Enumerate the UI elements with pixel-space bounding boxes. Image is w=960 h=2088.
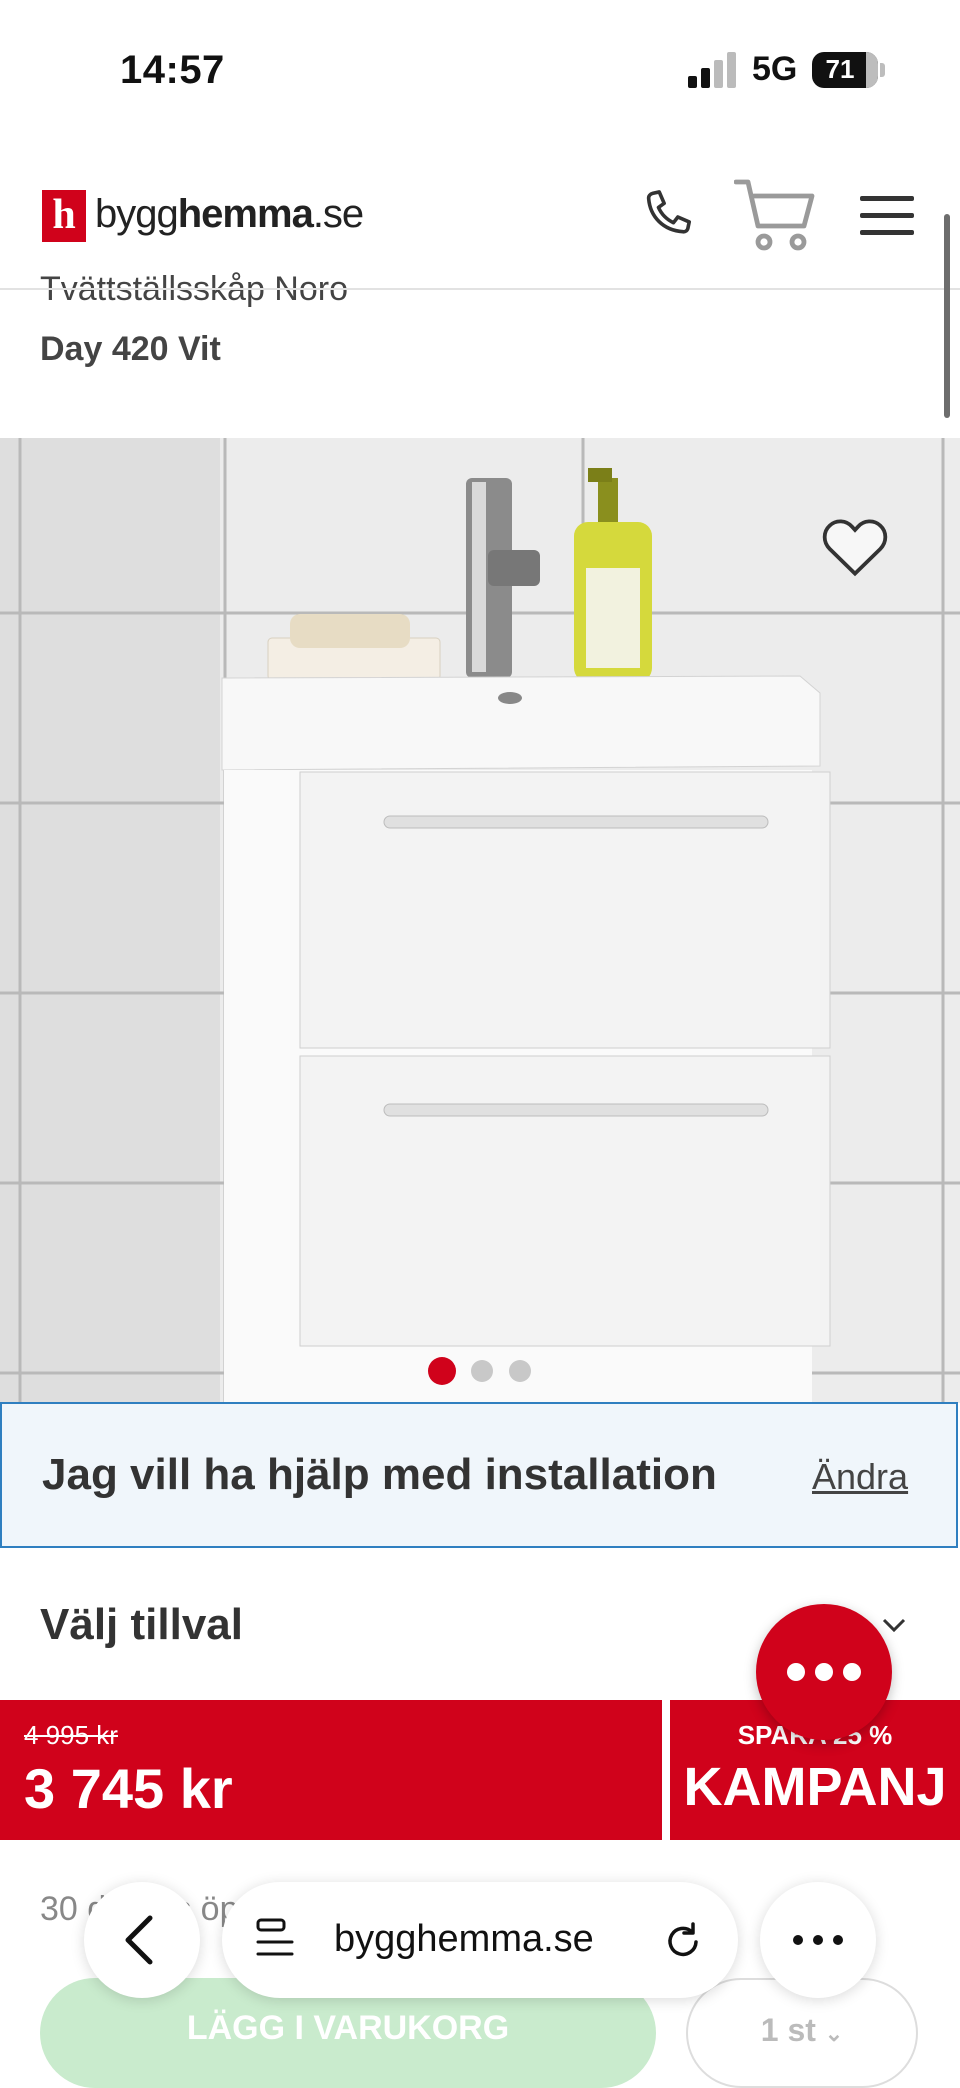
carousel-dot-active[interactable] <box>428 1357 456 1385</box>
product-title-line2: Day 420 Vit <box>40 330 221 368</box>
back-arrow-icon <box>125 1915 153 1965</box>
browser-more-button[interactable] <box>760 1882 876 1998</box>
installation-label: Jag vill ha hjälp med installation <box>42 1450 717 1499</box>
menu-icon[interactable] <box>860 194 914 238</box>
campaign-label: KAMPANJ <box>683 1757 947 1817</box>
chat-button[interactable] <box>756 1604 892 1740</box>
network-type: 5G <box>752 50 798 88</box>
chevron-down-icon: ⌄ <box>824 2021 844 2046</box>
favorite-heart-icon[interactable] <box>820 514 890 578</box>
product-image[interactable] <box>0 438 960 1403</box>
carousel-dot[interactable] <box>509 1360 531 1382</box>
more-dots-icon <box>793 1935 843 1945</box>
battery-nub <box>880 63 885 77</box>
carousel-dot[interactable] <box>471 1360 493 1382</box>
old-price: 4 995 kr <box>24 1720 118 1750</box>
battery-level: 71 <box>825 54 855 84</box>
logo-wordmark[interactable]: bygghemma.se <box>95 192 364 237</box>
cart-icon[interactable] <box>734 176 816 254</box>
options-label[interactable]: Välj tillval <box>40 1600 243 1650</box>
scrollbar[interactable] <box>944 214 950 418</box>
installation-change-link[interactable]: Ändra <box>812 1456 908 1498</box>
vanity-cabinet-illustration <box>0 438 960 1403</box>
cellular-signal-icon <box>688 52 736 88</box>
battery-icon: 71 <box>812 52 878 88</box>
status-time: 14:57 <box>120 48 225 92</box>
quantity-value: 1 st <box>760 2012 816 2048</box>
browser-back-button[interactable] <box>84 1882 200 1998</box>
current-price: 3 745 kr <box>24 1757 233 1820</box>
logo-part: bygg <box>95 192 179 236</box>
header-divider <box>0 288 960 290</box>
chat-dots-icon <box>787 1663 861 1681</box>
reload-icon[interactable] <box>662 1918 706 1962</box>
logo-part-bold: hemma <box>177 192 314 236</box>
address-url[interactable]: bygghemma.se <box>334 1918 594 1961</box>
logo-part: .se <box>312 192 364 236</box>
logo-mark[interactable]: h <box>42 190 86 242</box>
page-menu-icon[interactable] <box>256 1918 296 1962</box>
phone-icon[interactable] <box>636 186 698 248</box>
